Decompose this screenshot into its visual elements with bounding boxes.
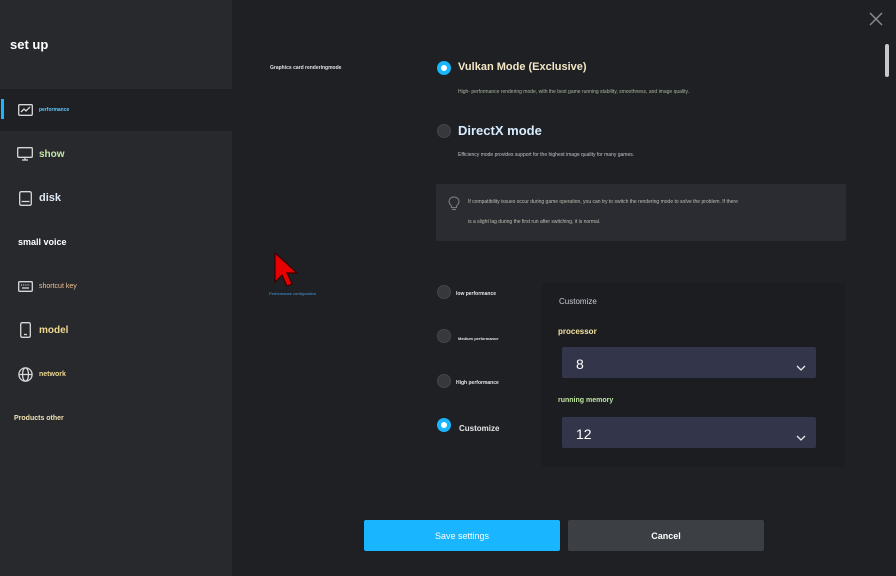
customize-radio[interactable]: [437, 418, 451, 432]
sidebar-item-network[interactable]: network: [0, 353, 232, 395]
settings-sidebar: set up performance show disk small voice…: [0, 0, 232, 576]
sidebar-item-products-other[interactable]: Products other: [0, 397, 232, 439]
processor-label: processor: [558, 327, 597, 336]
save-settings-button[interactable]: Save settings: [364, 520, 560, 551]
sidebar-item-small-voice[interactable]: small voice: [0, 221, 232, 263]
compatibility-tip: If compatibility issues occur during gam…: [436, 184, 846, 241]
close-icon[interactable]: [869, 12, 883, 26]
lightbulb-icon: [448, 196, 460, 216]
processor-value: 8: [576, 356, 584, 372]
monitor-icon: [17, 146, 33, 162]
memory-label: running memory: [558, 397, 614, 404]
medium-performance-label[interactable]: Medium performance: [458, 336, 498, 341]
globe-icon: [17, 366, 33, 382]
scrollbar-thumb[interactable]: [885, 44, 889, 77]
customize-panel-title: Customize: [559, 297, 597, 306]
sidebar-item-label: Products other: [14, 414, 64, 422]
sidebar-item-show[interactable]: show: [0, 133, 232, 175]
sidebar-item-label: disk: [39, 192, 62, 204]
directx-option-title[interactable]: DirectX mode: [458, 123, 542, 138]
tip-text-line2: is a slight lag during the first run aft…: [468, 219, 601, 225]
vulkan-option-title[interactable]: Vulkan Mode (Exclusive): [458, 61, 587, 73]
vulkan-option-desc: High- performance rendering mode, with t…: [458, 89, 690, 95]
sidebar-item-label: network: [39, 370, 66, 378]
disk-icon: [17, 190, 33, 206]
sidebar-item-performance[interactable]: performance: [0, 89, 232, 131]
chart-line-icon: [17, 102, 33, 118]
active-indicator: [1, 99, 4, 119]
customize-label[interactable]: Customize: [459, 424, 499, 433]
keyboard-icon: [17, 278, 33, 294]
high-performance-label[interactable]: High performance: [456, 380, 499, 386]
low-performance-radio[interactable]: [437, 285, 451, 299]
chevron-down-icon: [796, 428, 806, 446]
low-performance-label[interactable]: low performance: [456, 291, 496, 297]
phone-icon: [17, 322, 33, 338]
tip-text-line1: If compatibility issues occur during gam…: [468, 199, 738, 205]
cancel-button[interactable]: Cancel: [568, 520, 764, 551]
sidebar-item-shortcut-key[interactable]: shortcut key: [0, 265, 232, 307]
directx-option-desc: Efficiency mode provides support for the…: [458, 152, 635, 158]
sidebar-item-label: model: [39, 324, 69, 336]
chevron-down-icon: [796, 358, 806, 376]
mouse-cursor-icon: [272, 250, 302, 295]
sidebar-item-model[interactable]: model: [0, 309, 232, 351]
processor-select[interactable]: 8: [562, 347, 816, 378]
high-performance-radio[interactable]: [437, 374, 451, 388]
memory-value: 12: [576, 426, 592, 442]
sidebar-item-label: small voice: [18, 237, 67, 247]
memory-select[interactable]: 12: [562, 417, 816, 448]
sidebar-item-label: show: [39, 148, 65, 160]
sidebar-title: set up: [10, 37, 49, 52]
directx-radio[interactable]: [437, 124, 451, 138]
vulkan-radio[interactable]: [437, 61, 451, 75]
sidebar-item-label: performance: [39, 107, 70, 113]
sidebar-item-label: shortcut key: [39, 282, 77, 290]
sidebar-item-disk[interactable]: disk: [0, 177, 232, 219]
medium-performance-radio[interactable]: [437, 329, 451, 343]
rendering-section-label: Graphics card renderingmode: [270, 65, 342, 71]
